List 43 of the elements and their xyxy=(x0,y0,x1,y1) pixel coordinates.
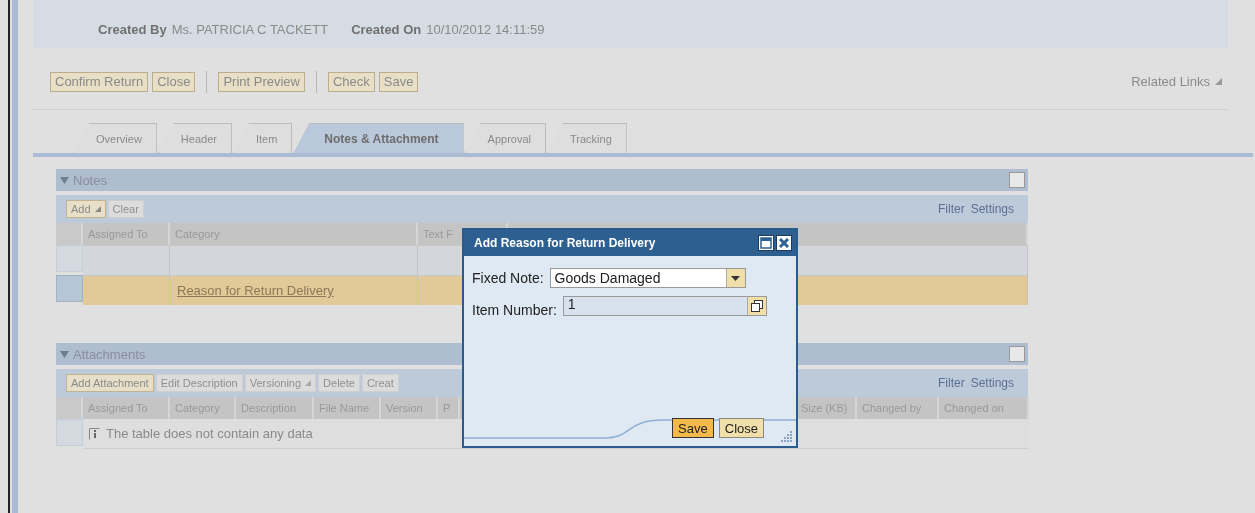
resize-grip-icon[interactable] xyxy=(781,431,793,443)
field-label: Created By xyxy=(98,22,167,37)
tab[interactable]: Item xyxy=(232,123,293,153)
toolbar-button[interactable]: Print Preview xyxy=(218,71,305,92)
minimize-icon[interactable] xyxy=(1009,172,1025,188)
triangle-icon xyxy=(1215,78,1222,85)
dropdown-field[interactable]: Goods Damaged xyxy=(549,268,746,288)
field-label: Fixed Note: xyxy=(472,270,544,286)
minimize-icon[interactable] xyxy=(1009,346,1025,362)
field-label: Created On xyxy=(351,22,422,37)
info-icon xyxy=(89,427,100,440)
table-header-cell xyxy=(56,397,83,419)
expanded-triangle-icon[interactable] xyxy=(60,350,69,358)
filter-link[interactable]: Filter xyxy=(937,376,965,390)
category-link[interactable]: Reason for Return Delivery xyxy=(177,283,334,298)
expanded-triangle-icon[interactable] xyxy=(60,176,69,184)
dialog-button[interactable]: Save xyxy=(672,418,714,438)
toolbar-button[interactable]: Add Attachment xyxy=(66,374,154,392)
tab[interactable]: Tracking xyxy=(547,123,627,153)
value-help-icon[interactable] xyxy=(746,297,766,315)
toolbar-button[interactable]: Add xyxy=(66,200,106,218)
tab[interactable]: Notes & Attachment xyxy=(293,123,464,153)
close-icon[interactable] xyxy=(776,235,792,251)
filter-link[interactable]: Filter xyxy=(937,202,965,216)
tab[interactable]: Approval xyxy=(464,123,546,153)
empty-table-message: The table does not contain any data xyxy=(106,426,313,441)
settings-link[interactable]: Settings xyxy=(970,202,1014,216)
row-selector[interactable] xyxy=(56,275,83,302)
tab[interactable]: Overview xyxy=(73,123,157,153)
toolbar-button[interactable]: Confirm Return xyxy=(50,71,149,92)
table-header-cell xyxy=(56,223,83,245)
toolbar-button[interactable]: Check xyxy=(327,71,375,92)
toolbar-button[interactable]: Save xyxy=(378,71,419,92)
toolbar-button[interactable]: Close xyxy=(152,71,196,92)
tab[interactable]: Header xyxy=(157,123,232,153)
maximize-icon[interactable] xyxy=(758,235,774,251)
related-links-link[interactable]: Related Links xyxy=(1131,74,1210,89)
field-value: Ms. PATRICIA C TACKETT xyxy=(171,22,329,37)
input-field[interactable]: 1 xyxy=(562,296,767,316)
field-value: 10/10/2012 14:11:59 xyxy=(426,22,545,37)
settings-link[interactable]: Settings xyxy=(970,376,1014,390)
field-label: Item Number: xyxy=(472,302,557,318)
dialog-button[interactable]: Close xyxy=(718,418,764,438)
